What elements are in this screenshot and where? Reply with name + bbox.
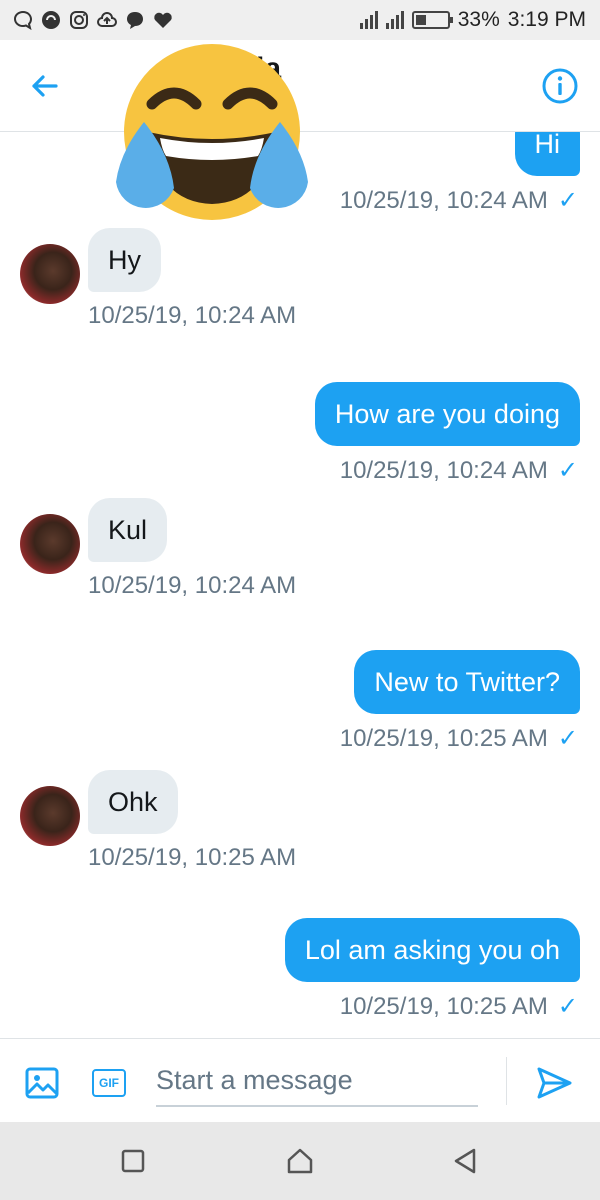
message-bubble[interactable]: Hi	[514, 132, 580, 177]
signal-icon	[359, 11, 378, 29]
outgoing-message[interactable]: How are you doing 10/25/19, 10:24 AM ✓	[0, 382, 600, 502]
gif-button[interactable]: GIF	[92, 1069, 126, 1097]
message-timestamp: 10/25/19, 10:24 AM	[88, 302, 296, 330]
timestamp-text: 10/25/19, 10:24 AM	[88, 302, 297, 329]
instagram-icon	[70, 11, 88, 29]
info-icon[interactable]	[540, 66, 580, 106]
back-nav-icon[interactable]	[450, 1146, 480, 1176]
message-bubble[interactable]: Kul	[88, 498, 168, 563]
message-input[interactable]	[156, 1055, 478, 1107]
cloud-upload-icon	[97, 12, 117, 27]
timestamp-text: 10/25/19, 10:25 AM	[339, 725, 548, 752]
incoming-message[interactable]: Ohk 10/25/19, 10:25 AM	[0, 770, 600, 904]
system-indicators: 33% 3:19 PM	[359, 8, 586, 32]
read-check-icon: ✓	[557, 457, 578, 484]
notification-icons	[12, 9, 174, 31]
recents-icon[interactable]	[118, 1146, 148, 1176]
message-timestamp: 10/25/19, 10:24 AM	[88, 572, 296, 600]
avatar[interactable]	[20, 514, 80, 574]
read-check-icon: ✓	[557, 725, 578, 752]
heart-icon	[154, 12, 172, 28]
message-bubble[interactable]: How are you doing	[314, 382, 580, 447]
send-icon[interactable]	[534, 1063, 574, 1103]
composer-divider	[506, 1057, 507, 1105]
image-icon[interactable]	[24, 1065, 60, 1101]
shield-icon	[42, 11, 60, 29]
battery-icon	[411, 11, 453, 29]
composer: GIF	[0, 1038, 600, 1122]
arrow-left-icon[interactable]	[24, 66, 64, 106]
avatar[interactable]	[20, 786, 80, 846]
read-check-icon: ✓	[557, 187, 578, 214]
outgoing-message[interactable]: New to Twitter? 10/25/19, 10:25 AM ✓	[0, 650, 600, 770]
incoming-message[interactable]: Kul 10/25/19, 10:24 AM	[0, 498, 600, 632]
chat-icon	[14, 10, 33, 31]
timestamp-text: 10/25/19, 10:24 AM	[88, 572, 297, 599]
crying-laughing-emoji	[116, 44, 308, 220]
message-bubble[interactable]: Hy	[88, 228, 161, 293]
message-timestamp: 10/25/19, 10:25 AM ✓	[340, 724, 578, 753]
read-check-icon: ✓	[557, 993, 578, 1020]
message-bubble[interactable]: New to Twitter?	[354, 650, 580, 715]
message-bubble[interactable]: Ohk	[88, 770, 178, 835]
status-bar: 33% 3:19 PM	[0, 0, 600, 40]
avatar[interactable]	[20, 244, 80, 304]
message-timestamp: 10/25/19, 10:24 AM ✓	[340, 456, 578, 485]
message-timestamp: 10/25/19, 10:25 AM ✓	[340, 992, 578, 1021]
battery-percent: 33%	[457, 8, 500, 31]
signal-icon-2	[385, 11, 404, 29]
home-icon[interactable]	[285, 1146, 315, 1176]
timestamp-text: 10/25/19, 10:24 AM	[339, 457, 548, 484]
outgoing-message[interactable]: Lol am asking you oh 10/25/19, 10:25 AM ✓	[0, 918, 600, 1038]
timestamp-text: 10/25/19, 10:25 AM	[339, 993, 548, 1020]
message-timestamp: 10/25/19, 10:24 AM ✓	[340, 186, 578, 215]
message-timestamp: 10/25/19, 10:25 AM	[88, 844, 296, 872]
system-nav-bar	[0, 1122, 600, 1200]
timestamp-text: 10/25/19, 10:25 AM	[88, 844, 297, 871]
battery-level	[415, 15, 426, 25]
message-list[interactable]: Hi 10/25/19, 10:24 AM ✓ Hy 10/25/19, 10:24 A…	[0, 132, 600, 1038]
incoming-message[interactable]: Hy 10/25/19, 10:24 AM	[0, 228, 600, 362]
clock: 3:19 PM	[507, 8, 586, 31]
message-bubble[interactable]: Lol am asking you oh	[284, 918, 580, 983]
timestamp-text: 10/25/19, 10:24 AM	[339, 187, 548, 214]
bubble-icon	[127, 12, 143, 29]
